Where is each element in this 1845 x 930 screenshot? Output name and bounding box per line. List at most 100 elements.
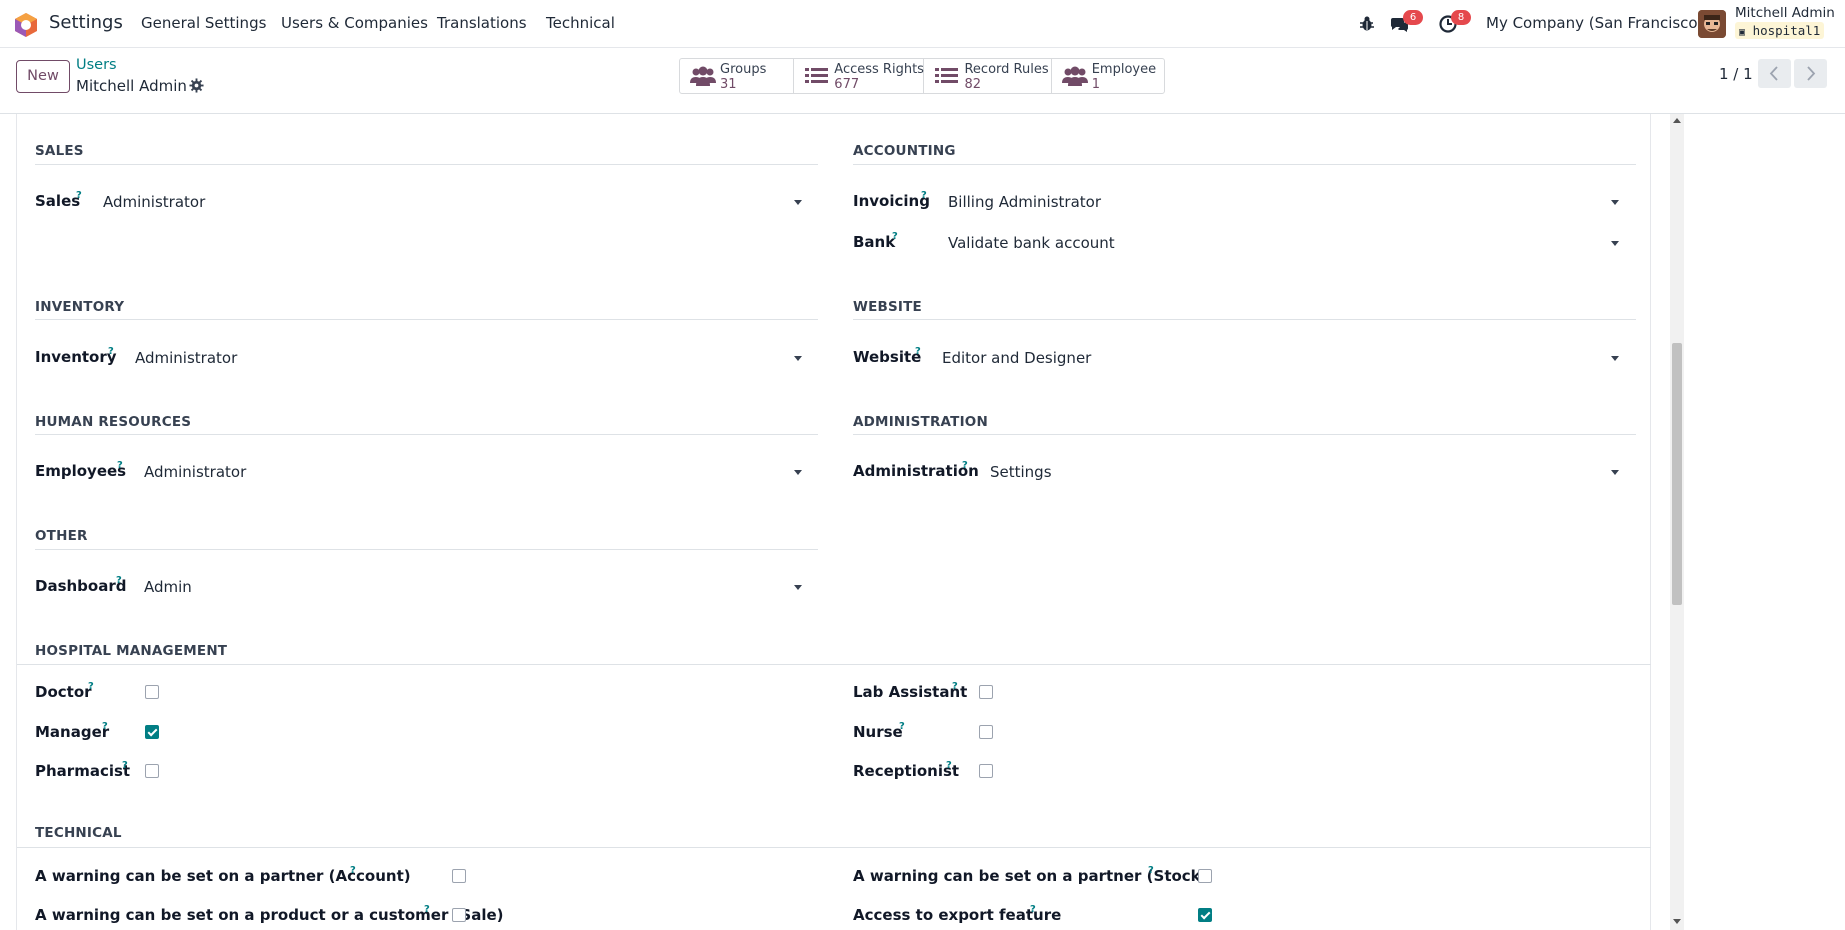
section-divider [17, 847, 1651, 848]
section-divider [853, 164, 1636, 165]
caret-down-icon[interactable] [794, 356, 802, 361]
section-title-technical: TECHNICAL [35, 825, 122, 841]
employee-count: 1 [1091, 77, 1100, 92]
form-sheet: SALES Sales ? Administrator ACCOUNTING I… [16, 114, 1651, 930]
checkbox-lab-assistant[interactable] [979, 685, 993, 699]
section-title-human-resources: HUMAN RESOURCES [35, 414, 192, 430]
help-tooltip[interactable]: ? [88, 681, 94, 692]
help-tooltip[interactable]: ? [350, 865, 356, 876]
list-icon [935, 68, 959, 83]
breadcrumb-current: Mitchell Admin [76, 77, 187, 95]
caret-down-icon[interactable] [1611, 241, 1619, 246]
help-tooltip[interactable]: ? [122, 760, 128, 771]
select-employees-value[interactable]: Administrator [144, 463, 246, 481]
caret-down-icon[interactable] [794, 585, 802, 590]
help-tooltip[interactable]: ? [102, 721, 108, 732]
help-tooltip[interactable]: ? [76, 190, 82, 201]
activities-badge: 8 [1451, 10, 1471, 25]
help-tooltip[interactable]: ? [946, 760, 952, 771]
checkbox-nurse[interactable] [979, 725, 993, 739]
record-rules-smart-button[interactable]: Record Rules 82 [924, 59, 1052, 93]
caret-down-icon[interactable] [1611, 200, 1619, 205]
select-bank-value[interactable]: Validate bank account [948, 234, 1115, 252]
avatar-image-icon [1698, 10, 1726, 38]
scroll-up-arrow-icon[interactable] [1673, 118, 1681, 123]
caret-down-icon[interactable] [1611, 356, 1619, 361]
help-tooltip[interactable]: ? [424, 904, 430, 915]
user-name[interactable]: Mitchell Admin [1735, 5, 1835, 21]
help-tooltip[interactable]: ? [952, 681, 958, 692]
checkbox-warning-product-sale[interactable] [452, 908, 466, 922]
user-avatar[interactable] [1698, 10, 1726, 38]
menu-general-settings[interactable]: General Settings [141, 14, 266, 32]
help-tooltip[interactable]: ? [962, 460, 968, 471]
field-label-pharmacist: Pharmacist [35, 762, 131, 780]
company-switcher[interactable]: My Company (San Francisco) [1486, 14, 1703, 32]
pager-value[interactable]: 1 / 1 [1719, 65, 1753, 83]
new-button[interactable]: New [16, 60, 70, 93]
field-label-nurse: Nurse [853, 723, 903, 741]
caret-down-icon[interactable] [794, 470, 802, 475]
groups-smart-button[interactable]: Groups 31 [680, 59, 795, 93]
select-invoicing-value[interactable]: Billing Administrator [948, 193, 1101, 211]
record-rules-label: Record Rules [964, 62, 1049, 77]
select-administration-value[interactable]: Settings [990, 463, 1052, 481]
scrollbar-thumb[interactable] [1672, 343, 1682, 605]
field-label-website: Website [853, 348, 922, 366]
top-navbar: Settings General Settings Users & Compan… [0, 0, 1845, 48]
checkbox-pharmacist[interactable] [145, 764, 159, 778]
section-title-inventory: INVENTORY [35, 299, 125, 315]
field-label-manager: Manager [35, 723, 110, 741]
access-rights-count: 677 [834, 77, 860, 92]
menu-translations[interactable]: Translations [437, 14, 527, 32]
menu-users-companies[interactable]: Users & Companies [281, 14, 428, 32]
select-inventory-value[interactable]: Administrator [135, 349, 237, 367]
control-panel: New Users Mitchell Admin Groups 31 Acces… [0, 48, 1845, 114]
select-dashboard-value[interactable]: Admin [144, 578, 192, 596]
caret-down-icon[interactable] [1611, 470, 1619, 475]
users-icon [1061, 66, 1088, 86]
field-label-lab-assistant: Lab Assistant [853, 683, 968, 701]
checkbox-warning-partner-account[interactable] [452, 869, 466, 883]
record-rules-count: 82 [964, 77, 982, 92]
odoo-logo-icon[interactable] [13, 12, 39, 38]
debug-bug-icon[interactable] [1357, 14, 1377, 34]
help-tooltip[interactable]: ? [1148, 865, 1154, 876]
app-name[interactable]: Settings [49, 12, 123, 33]
access-rights-smart-button[interactable]: Access Rights 677 [794, 59, 925, 93]
help-tooltip[interactable]: ? [116, 575, 122, 586]
checkbox-doctor[interactable] [145, 685, 159, 699]
pager-previous-button[interactable] [1758, 59, 1791, 88]
caret-down-icon[interactable] [794, 200, 802, 205]
breadcrumb-users[interactable]: Users [76, 57, 117, 73]
help-tooltip[interactable]: ? [108, 346, 114, 357]
section-divider [853, 434, 1636, 435]
select-website-value[interactable]: Editor and Designer [942, 349, 1091, 367]
help-tooltip[interactable]: ? [899, 721, 905, 732]
pager-next-button[interactable] [1794, 59, 1827, 88]
chevron-left-icon [1769, 66, 1778, 81]
field-label-sales: Sales [35, 192, 81, 210]
employee-smart-button[interactable]: Employee 1 [1052, 59, 1164, 93]
help-tooltip[interactable]: ? [1030, 904, 1036, 915]
section-title-accounting: ACCOUNTING [853, 143, 956, 159]
checkbox-manager[interactable] [145, 725, 159, 739]
help-tooltip[interactable]: ? [892, 231, 898, 242]
menu-technical[interactable]: Technical [546, 14, 615, 32]
checkbox-receptionist[interactable] [979, 764, 993, 778]
help-tooltip[interactable]: ? [117, 460, 123, 471]
scroll-down-arrow-icon[interactable] [1673, 919, 1681, 924]
section-title-administration: ADMINISTRATION [853, 414, 988, 430]
field-label-administration: Administration [853, 462, 979, 480]
section-title-sales: SALES [35, 143, 84, 159]
field-label-receptionist: Receptionist [853, 762, 960, 780]
section-title-hospital-management: HOSPITAL MANAGEMENT [35, 643, 228, 659]
help-tooltip[interactable]: ? [921, 190, 927, 201]
checkbox-warning-partner-stock[interactable] [1198, 869, 1212, 883]
select-sales-value[interactable]: Administrator [103, 193, 205, 211]
field-label-doctor: Doctor [35, 683, 92, 701]
help-tooltip[interactable]: ? [915, 346, 921, 357]
gear-icon[interactable] [189, 78, 204, 93]
checkbox-export-feature[interactable] [1198, 908, 1212, 922]
field-label-invoicing: Invoicing [853, 192, 930, 210]
